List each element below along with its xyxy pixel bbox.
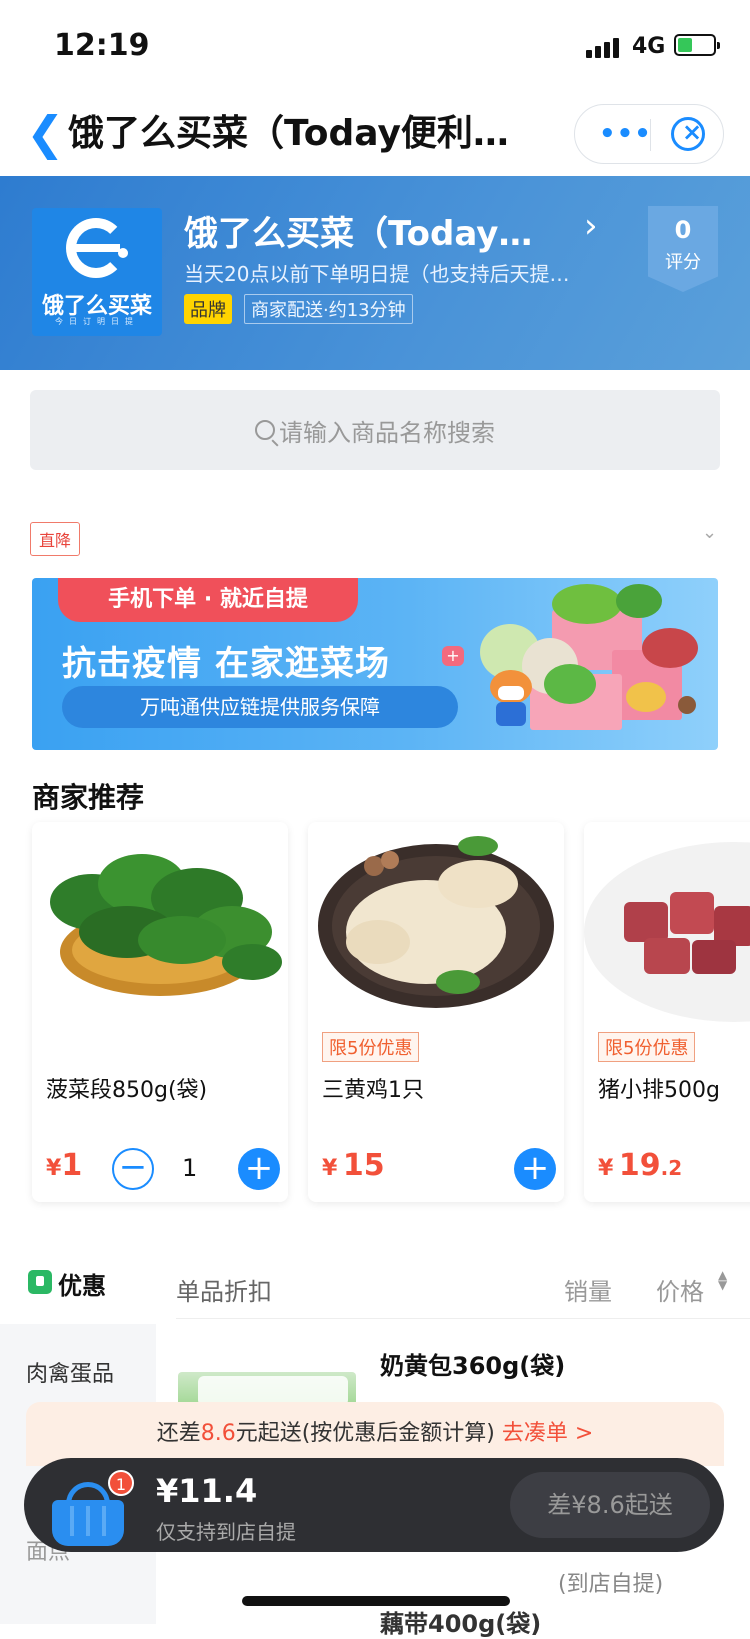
banner-subtitle: 万吨通供应链提供服务保障: [62, 686, 458, 728]
search-placeholder: 请输入商品名称搜索: [279, 418, 495, 447]
promo-tag[interactable]: 直降: [30, 522, 81, 556]
product-card[interactable]: 限5份优惠 三黄鸡1只 ¥ 15 +: [308, 822, 564, 1202]
store-header: 饿了么买菜 今日订明日提 饿了么买菜（Today… › 当天20点以前下单明日提…: [0, 176, 750, 370]
pork-ribs-image: [584, 842, 750, 1022]
sidebar-item-meat[interactable]: 肉禽蛋品: [26, 1356, 114, 1388]
search-icon: [255, 420, 275, 440]
product-name: 菠菜段850g(袋): [46, 1078, 208, 1103]
product-price: ¥ 15: [322, 1148, 385, 1183]
limit-badge: 限5份优惠: [598, 1032, 696, 1062]
home-indicator: [242, 1596, 510, 1606]
store-description: 当天20点以前下单明日提（也支持后天提…: [184, 262, 570, 286]
chicken-image: [318, 836, 554, 1008]
promo-banner[interactable]: 手机下单 · 就近自提 抗击疫情 在家逛菜场 + 万吨通供应链提供服务保障: [32, 578, 718, 750]
sort-by-sales[interactable]: 销量: [564, 1272, 612, 1307]
min-order-amount: 8.6: [200, 1421, 236, 1446]
banner-headline: 抗击疫情 在家逛菜场: [62, 644, 390, 684]
more-dots-icon[interactable]: •••: [599, 119, 652, 149]
back-icon[interactable]: ❮: [26, 110, 65, 156]
product-price: ¥1: [46, 1148, 83, 1183]
status-time: 12:19: [54, 28, 150, 63]
page-title: 饿了么买菜（Today便利…: [68, 113, 509, 154]
spinach-image: [50, 854, 282, 996]
rating-value: 0: [674, 216, 692, 244]
cart-note: 仅支持到店自提: [156, 1520, 296, 1544]
search-input[interactable]: 请输入商品名称搜索: [30, 390, 720, 470]
product-card[interactable]: 限5份优惠 猪小排500g ¥ 19.2: [584, 822, 750, 1202]
min-order-bar: 还差8.6元起送(按优惠后金额计算) 去凑单 >: [26, 1402, 724, 1466]
heart-plus-icon: +: [442, 646, 464, 666]
chevron-right-icon[interactable]: ›: [584, 206, 598, 246]
product-name: 猪小排500g: [598, 1078, 720, 1103]
discount-icon: [28, 1270, 52, 1294]
delivery-info: 商家配送·约13分钟: [244, 294, 413, 324]
product-price: ¥ 19.2: [598, 1148, 683, 1183]
section-title-recommend: 商家推荐: [32, 781, 145, 814]
store-logo: 饿了么买菜 今日订明日提: [32, 208, 162, 336]
signal-icon: [586, 36, 624, 58]
pickup-note: (到店自提): [558, 1572, 664, 1597]
brand-badge: 品牌: [184, 294, 232, 324]
battery-icon: [674, 34, 720, 56]
cart-total: ¥11.4: [156, 1472, 258, 1510]
cart-count-badge: 1: [108, 1470, 134, 1496]
close-miniprogram-icon[interactable]: ×: [671, 117, 705, 151]
add-to-cart-button[interactable]: +: [238, 1148, 280, 1190]
sort-arrows-icon: ▲ ▼: [718, 1268, 728, 1292]
category-discount[interactable]: 优惠: [58, 1266, 106, 1301]
checkout-button[interactable]: 差¥8.6起送: [510, 1472, 710, 1538]
capsule-divider: [650, 119, 651, 151]
limit-badge: 限5份优惠: [322, 1032, 420, 1062]
product-name[interactable]: 奶黄包360g(袋): [380, 1346, 565, 1381]
miniprogram-capsule: ••• ×: [574, 104, 724, 164]
product-name: 三黄鸡1只: [322, 1078, 424, 1103]
decrease-button[interactable]: −: [112, 1148, 154, 1190]
status-bar: 12:19 4G: [0, 0, 750, 96]
banner-pill: 手机下单 · 就近自提: [58, 578, 358, 622]
chevron-down-icon[interactable]: ⌄: [702, 522, 717, 543]
add-more-link[interactable]: 去凑单 >: [502, 1421, 593, 1446]
quantity-value: 1: [182, 1154, 198, 1182]
mascot-illustration: [486, 670, 536, 726]
rating-badge[interactable]: 0 评分: [648, 206, 718, 292]
divider: [176, 1318, 750, 1319]
rating-label: 评分: [665, 252, 701, 273]
product-card[interactable]: 菠菜段850g(袋) ¥1 − 1 +: [32, 822, 288, 1202]
section-title-discount: 单品折扣: [176, 1278, 272, 1306]
add-to-cart-button[interactable]: +: [514, 1148, 556, 1190]
network-label: 4G: [632, 34, 666, 59]
sort-by-price[interactable]: 价格: [656, 1272, 704, 1307]
nav-bar: ❮ 饿了么买菜（Today便利… ••• ×: [0, 96, 750, 176]
min-order-prefix: 还差: [156, 1421, 201, 1446]
store-name[interactable]: 饿了么买菜（Today…: [184, 206, 532, 255]
min-order-suffix: 元起送(按优惠后金额计算): [235, 1421, 495, 1446]
